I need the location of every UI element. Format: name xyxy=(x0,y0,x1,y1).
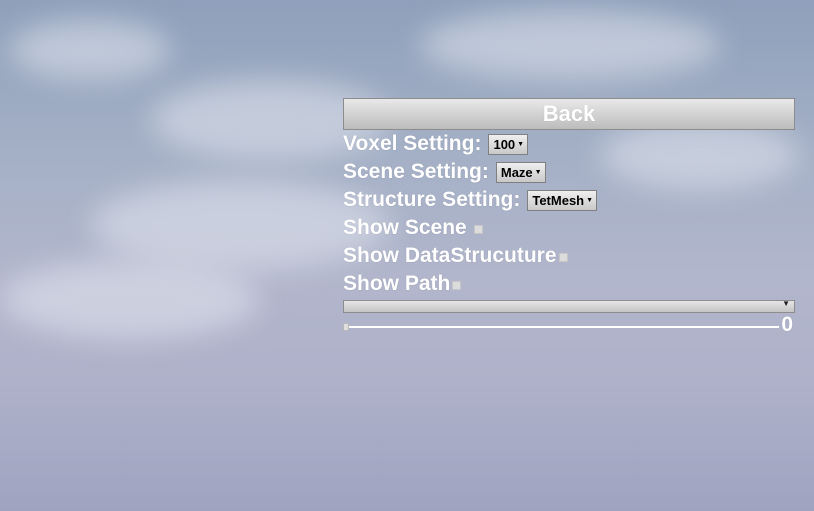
show-data-structure-checkbox[interactable] xyxy=(558,253,568,262)
show-path-label: Show Path xyxy=(343,272,451,295)
scene-setting-dropdown[interactable]: Maze ▼ xyxy=(495,161,546,183)
voxel-setting-value: 100 xyxy=(493,136,516,152)
show-data-structure-label: Show DataStrucuture xyxy=(343,244,557,267)
scene-setting-value: Maze xyxy=(500,164,533,180)
structure-setting-label: Structure Setting: xyxy=(343,188,521,211)
chevron-down-icon: ▼ xyxy=(586,196,594,204)
chevron-down-icon: ▼ xyxy=(517,140,525,148)
chevron-down-icon: ▼ xyxy=(782,299,790,308)
show-scene-checkbox[interactable] xyxy=(473,225,483,234)
structure-setting-value: TetMesh xyxy=(532,192,585,208)
scene-setting-row: Scene Setting: Maze ▼ xyxy=(343,158,795,186)
voxel-setting-dropdown[interactable]: 100 ▼ xyxy=(488,133,529,155)
chevron-down-icon: ▼ xyxy=(534,168,542,176)
structure-setting-row: Structure Setting: TetMesh ▼ xyxy=(343,186,795,214)
slider-value: 0 xyxy=(781,313,793,336)
slider-row: 0 xyxy=(343,313,795,339)
settings-panel: Back Voxel Setting: 100 ▼ Scene Setting:… xyxy=(343,98,795,339)
path-combo-box[interactable]: ▼ xyxy=(343,299,795,313)
show-path-checkbox[interactable] xyxy=(452,281,462,290)
voxel-setting-row: Voxel Setting: 100 ▼ xyxy=(343,130,795,158)
show-scene-label: Show Scene xyxy=(343,216,467,239)
slider-track[interactable] xyxy=(345,326,779,328)
back-button[interactable]: Back xyxy=(343,98,795,130)
voxel-setting-label: Voxel Setting: xyxy=(343,132,482,155)
structure-setting-dropdown[interactable]: TetMesh ▼ xyxy=(527,189,598,211)
slider-thumb[interactable] xyxy=(343,323,349,331)
show-path-row: Show Path xyxy=(343,270,795,298)
show-scene-row: Show Scene xyxy=(343,214,795,242)
show-data-structure-row: Show DataStrucuture xyxy=(343,242,795,270)
scene-setting-label: Scene Setting: xyxy=(343,160,489,183)
